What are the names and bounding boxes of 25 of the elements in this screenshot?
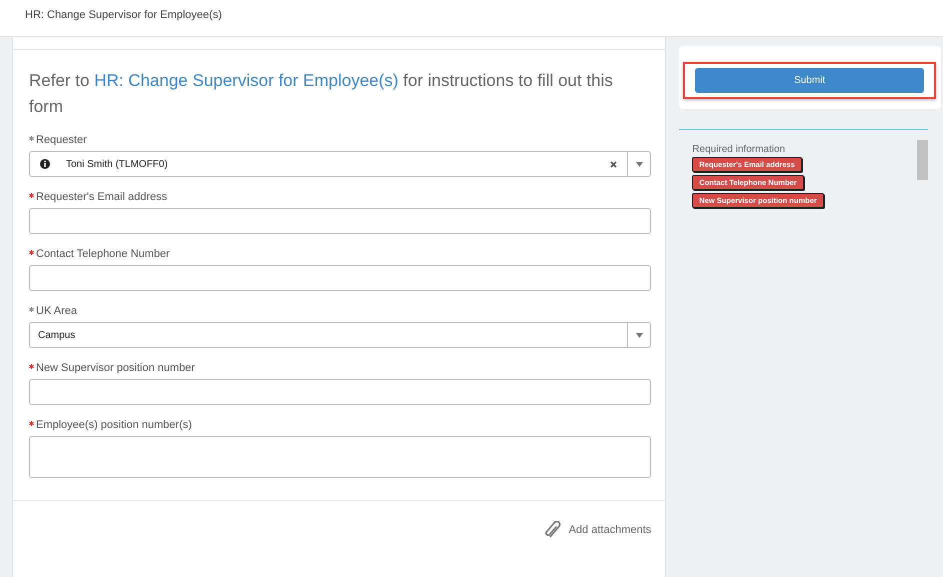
caret-icon[interactable]	[636, 162, 643, 166]
add-attachments-link[interactable]: Add attachments	[568, 524, 652, 536]
form-instructions: Refer to HR: Change Supervisor for Employee(s) for instructions to fill out this form	[29, 70, 614, 118]
field-label: Contact Telephone Number	[36, 248, 170, 260]
required-information-title: Required information	[692, 144, 786, 155]
input-field[interactable]	[29, 265, 652, 291]
input-field[interactable]	[29, 379, 652, 405]
paperclip-icon[interactable]	[542, 521, 563, 539]
requester-field[interactable]: Toni Smith (TLMOFF0)	[29, 151, 652, 177]
field-label: New Supervisor position number	[36, 362, 195, 374]
input-field[interactable]	[29, 208, 652, 234]
caret-icon[interactable]	[636, 332, 643, 338]
field-label: Requester	[36, 134, 87, 146]
clear-icon[interactable]	[610, 160, 618, 168]
area-select[interactable]: Campus	[29, 322, 652, 348]
field-label: Requester's Email address	[36, 191, 168, 203]
field-label: UK Area	[36, 305, 77, 317]
submit-button[interactable]: Submit	[695, 68, 924, 93]
page-title: HR: Change Supervisor for Employee(s)	[25, 9, 222, 21]
instructions-link[interactable]: HR: Change Supervisor for Employee(s)	[94, 71, 398, 90]
field-label: Employee(s) position number(s)	[36, 419, 192, 431]
info-icon	[40, 159, 50, 169]
field-value: Campus	[37, 330, 76, 340]
text-area[interactable]	[29, 436, 652, 478]
field-value: Toni Smith (TLMOFF0)	[65, 158, 169, 170]
